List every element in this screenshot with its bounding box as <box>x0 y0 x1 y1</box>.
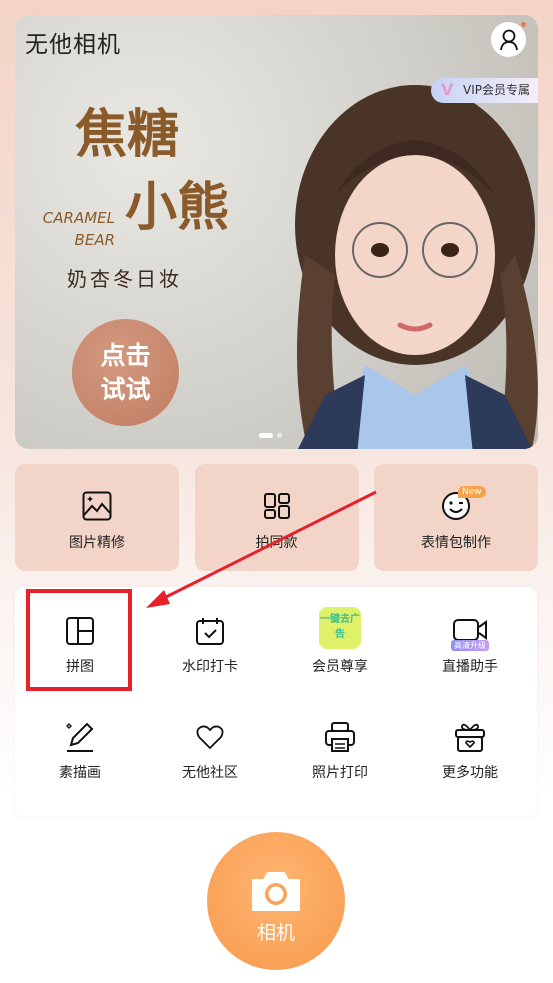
tool-community[interactable]: 无他社区 <box>145 720 275 826</box>
highlight-box <box>26 589 132 691</box>
gift-icon <box>455 723 485 752</box>
remove-ads-icon: 一键去广告 <box>319 607 361 649</box>
tool-sketch[interactable]: 素描画 <box>15 720 145 826</box>
banner-title-1: 焦糖 <box>75 104 180 165</box>
tool-vip[interactable]: 一键去广告 会员尊享 <box>275 607 405 720</box>
banner-portrait <box>295 85 538 449</box>
pencil-icon <box>66 722 94 752</box>
banner-title-2: 小熊 <box>125 177 230 238</box>
camera-button[interactable]: 相机 <box>207 832 345 970</box>
cta-label: 点击试试 <box>100 341 151 404</box>
tool-live-assistant[interactable]: 高清升级 直播助手 <box>405 614 535 720</box>
tool-watermark[interactable]: 水印打卡 <box>145 614 275 720</box>
tool-label: 更多功能 <box>442 765 498 781</box>
user-icon <box>499 29 518 50</box>
vip-badge[interactable]: V VIP会员专属 <box>431 78 538 103</box>
tool-label: 会员尊享 <box>312 659 368 675</box>
card-same-style[interactable]: 拍同款 <box>194 464 359 571</box>
vip-label: VIP会员专属 <box>463 83 530 97</box>
pager-dot[interactable] <box>277 433 282 438</box>
calendar-check-icon <box>196 618 224 645</box>
banner-english: CARAMEL BEAR <box>42 209 115 249</box>
tool-label: 无他社区 <box>182 765 238 781</box>
pager-dot[interactable] <box>259 433 273 438</box>
card-label: 表情包制作 <box>421 535 491 551</box>
feature-cards: 图片精修 拍同款 New 表情包制作 <box>15 464 538 571</box>
hd-upgrade-badge: 高清升级 <box>451 640 489 651</box>
card-photo-retouch[interactable]: 图片精修 <box>15 464 179 571</box>
app-title: 无他相机 <box>25 32 121 58</box>
notification-dot <box>521 22 526 27</box>
tool-photo-print[interactable]: 照片打印 <box>275 720 405 826</box>
camera-label: 相机 <box>256 922 295 944</box>
tool-label: 素描画 <box>59 765 101 781</box>
card-label: 拍同款 <box>255 535 298 551</box>
tool-label: 照片打印 <box>312 765 368 781</box>
card-label: 图片精修 <box>69 535 125 551</box>
heart-icon <box>196 725 224 750</box>
tool-label: 直播助手 <box>442 659 498 675</box>
card-sticker-maker[interactable]: New 表情包制作 <box>374 464 538 571</box>
vip-icon: V <box>441 80 454 99</box>
banner-pager <box>259 433 282 438</box>
printer-icon <box>325 722 355 752</box>
layout-grid-icon <box>263 493 290 519</box>
image-icon <box>82 491 112 521</box>
tool-label: 水印打卡 <box>182 659 238 675</box>
new-badge: New <box>458 486 486 498</box>
tool-more[interactable]: 更多功能 <box>405 720 535 826</box>
camera-icon <box>252 872 300 911</box>
banner-subtitle: 奶杏冬日妆 <box>67 267 182 291</box>
profile-button[interactable] <box>491 22 526 57</box>
banner-cta-button[interactable]: 点击试试 <box>72 319 179 426</box>
promo-banner[interactable]: 无他相机 V VIP会员专属 焦糖 小熊 CARAMEL BEAR 奶杏冬日妆 点… <box>15 15 538 449</box>
